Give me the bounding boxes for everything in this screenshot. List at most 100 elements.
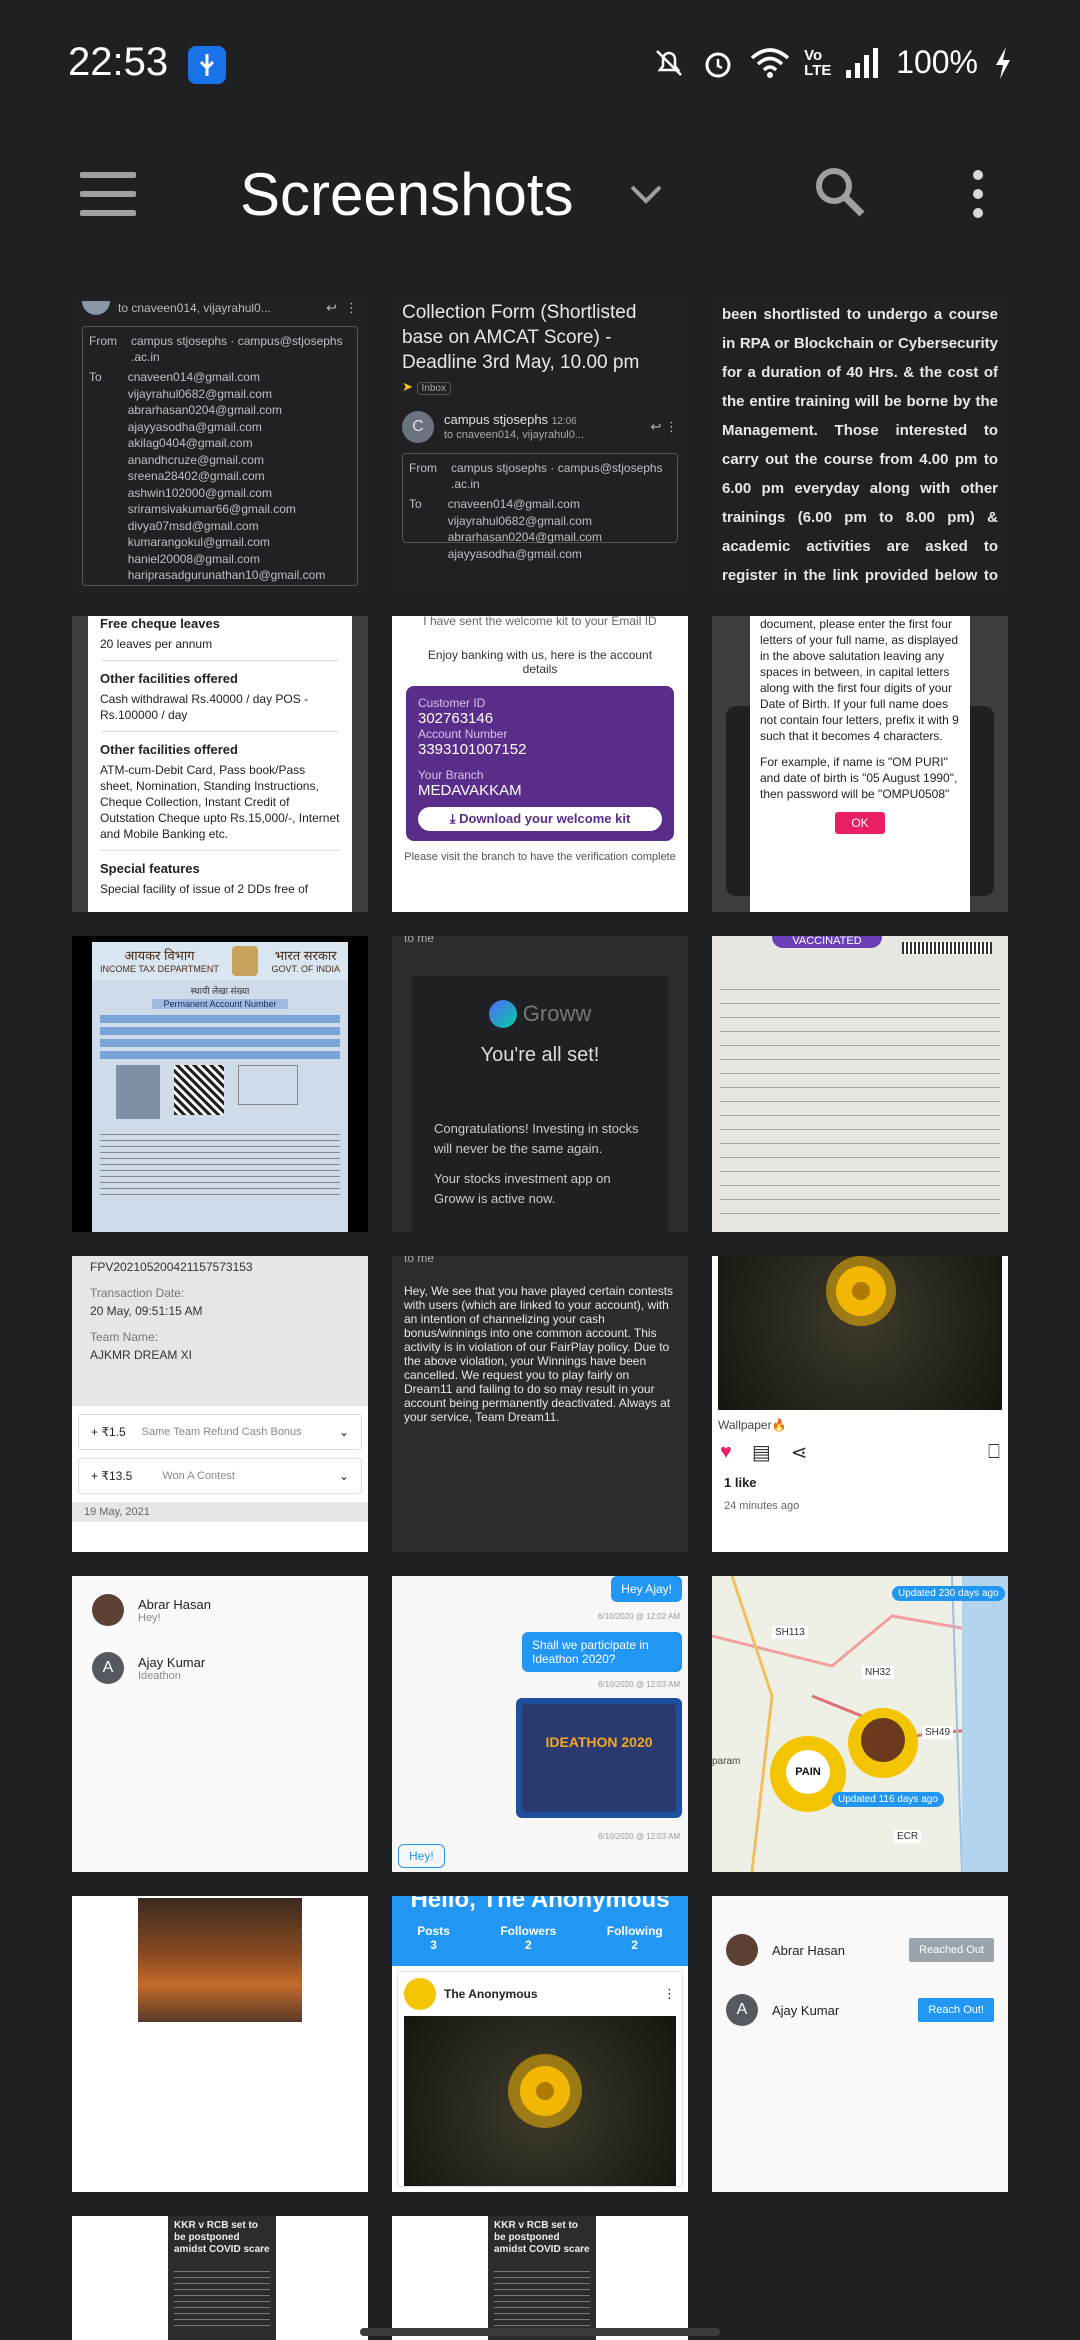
recipient: abrarhasan0204@gmail.com: [447, 530, 602, 544]
feature-text: ATM-cum-Debit Card, Pass book/Pass sheet…: [100, 762, 340, 851]
status-bar: 22:53 Vo LTE 100%: [0, 0, 1080, 130]
email-to-line: to cnaveen014, vijayrahul0...: [118, 301, 271, 315]
usb-icon: [188, 46, 226, 84]
place-label: param: [712, 1756, 741, 1767]
thumbnail-groww[interactable]: to me Groww You're all set! Congratulati…: [392, 936, 688, 1232]
amount: + ₹1.5: [91, 1425, 126, 1439]
recipient-list: cnaveen014@gmail.com vijayrahul0682@gmai…: [128, 369, 326, 584]
transaction-date-label: Transaction Date:: [90, 1286, 185, 1300]
signal-icon: [846, 47, 879, 78]
thumbnail-bank-welcome[interactable]: I have sent the welcome kit to your Emai…: [392, 616, 688, 912]
thumbnail-transaction[interactable]: FPV202105200421157573153 Transaction Dat…: [72, 1256, 368, 1552]
heart-icon: ♥: [720, 1441, 732, 1463]
stat-label: Followers: [500, 1924, 557, 1938]
chat-bubble: Hey Ajay!: [611, 1576, 682, 1602]
from-value-domain: .ac.in: [451, 477, 480, 491]
road-label: ECR: [894, 1830, 922, 1843]
avatar: C: [402, 411, 434, 443]
from-label: From: [89, 334, 117, 348]
transaction-row: + ₹13.5 Won A Contest ⌄: [78, 1458, 362, 1494]
message-time: 6/10/2020 @ 12:02 AM: [598, 1612, 680, 1621]
thumbnail-password-help[interactable]: document, please enter the first four le…: [712, 616, 1008, 912]
thumbnail-wallpaper-post[interactable]: Wallpaper🔥 ♥ ▤ ⋖ ⎕ 1 like 24 minutes ago: [712, 1256, 1008, 1552]
thumbnail-map[interactable]: Updated 230 days ago SH113 NH32 SH49 ECR…: [712, 1576, 1008, 1872]
thumbnail-profile[interactable]: Hello, The Anonymous Posts 3 Followers 2 F…: [392, 1896, 688, 2192]
bookmark-icon: ⎕: [988, 1441, 1000, 1463]
customer-id-label: Customer ID: [418, 696, 486, 710]
brand-name: Groww: [522, 1001, 592, 1026]
feature-text: Special facility of issue of 2 DDs free …: [100, 882, 309, 896]
from-label: From: [409, 461, 437, 475]
email-to-line: to me: [404, 936, 435, 945]
recipient-list: cnaveen014@gmail.com vijayrahul0682@gmai…: [448, 496, 602, 562]
thumbnail-course-notice[interactable]: been shortlisted to undergo a course in …: [712, 296, 1008, 592]
recipient: ajayyasodha@gmail.com: [127, 419, 262, 434]
page-title[interactable]: Screenshots: [240, 160, 574, 229]
thumbnail-autumn-photo[interactable]: [72, 1896, 368, 2192]
thumbnail-bank-features[interactable]: Free cheque leaves 20 leaves per annum O…: [72, 616, 368, 912]
status-time: 22:53: [68, 40, 169, 84]
status-icons: Vo LTE 100%: [652, 44, 1014, 81]
avatar-initial: A: [92, 1652, 124, 1684]
thumbnail-email-recipients[interactable]: to cnaveen014, vijayrahul0... ↩ ⋮ From c…: [72, 296, 368, 592]
menu-icon[interactable]: [80, 172, 136, 216]
gesture-bar[interactable]: [360, 2328, 720, 2336]
battery-level: 100%: [896, 44, 978, 80]
thumbnail-email-amcat[interactable]: Collection Form (Shortlisted base on AMC…: [392, 296, 688, 592]
battery-charging-icon: [996, 46, 1010, 79]
from-value: campus stjosephs · campus@stjosephs: [131, 334, 343, 348]
more-vert-icon[interactable]: [970, 170, 986, 222]
recipient: kumarangokul@gmail.com: [127, 535, 270, 549]
welcome-top-text: I have sent the welcome kit to your Emai…: [423, 616, 657, 628]
feature-heading: Other facilities offered: [100, 671, 238, 686]
more-vert-icon: ⋮: [663, 1986, 676, 2001]
marker-logo: PAIN: [786, 1750, 830, 1794]
account-card: Customer ID 302763146 Account Number 339…: [406, 686, 674, 841]
contact-name: Abrar Hasan: [138, 1596, 211, 1612]
thumbnail-dream11-email[interactable]: to me Hey, We see that you have played c…: [392, 1256, 688, 1552]
dept-english: INCOME TAX DEPARTMENT: [100, 964, 219, 974]
autumn-photo: [138, 1898, 302, 2022]
more-vert-icon: ⋮: [345, 300, 358, 315]
card-title-hindi: स्थायी लेखा संख्या: [190, 986, 250, 996]
updated-badge: Updated 230 days ago: [892, 1586, 1005, 1601]
road-label: SH49: [922, 1726, 954, 1739]
inbox-label: Inbox: [416, 382, 451, 395]
profile-greeting: Hello, The Anonymous: [410, 1896, 670, 1913]
chevron-down-icon[interactable]: [628, 176, 664, 212]
thumbnail-reach-out[interactable]: Abrar Hasan Reached Out A Ajay Kumar Rea…: [712, 1896, 1008, 2192]
thumbnail-news-article[interactable]: KKR v RCB set to be postponed amidst COV…: [392, 2216, 688, 2340]
thumbnail-chat-list[interactable]: Abrar Hasan Hey! A Ajay Kumar Ideathon: [72, 1576, 368, 1872]
user-marker: [848, 1708, 918, 1778]
search-icon[interactable]: [810, 162, 870, 222]
branch-name: MEDAVAKKAM: [418, 782, 522, 799]
news-headline: KKR v RCB set to be postponed amidst COV…: [494, 2220, 590, 2255]
reply-icon: ↩ ⋮: [650, 419, 678, 434]
avatar: [726, 1934, 758, 1966]
feature-heading: Other facilities offered: [100, 742, 238, 757]
recipient: vijayrahul0682@gmail.com: [447, 513, 592, 528]
team-name: AJKMR DREAM XI: [90, 1348, 193, 1362]
thumbnail-news-article[interactable]: KKR v RCB set to be postponed amidst COV…: [72, 2216, 368, 2340]
signature-box: [238, 1065, 298, 1105]
thumbnail-pan-card[interactable]: आयकर विभाग INCOME TAX DEPARTMENT भारत सरक…: [72, 936, 368, 1232]
recipient: divya07msd@gmail.com: [127, 518, 259, 533]
thumbnail-chat-conversation[interactable]: Hey Ajay! 6/10/2020 @ 12:02 AM Shall we …: [392, 1576, 688, 1872]
transaction-label: Same Team Refund Cash Bonus: [141, 1426, 302, 1438]
recipient: akilag0404@gmail.com: [127, 436, 253, 450]
stat-value: 2: [631, 1938, 639, 1952]
barcode: [902, 942, 992, 954]
comment-icon: ▤: [751, 1442, 771, 1464]
thumbnail-vaccination-certificate[interactable]: VACCINATED: [712, 936, 1008, 1232]
dream11-message: Hey, We see that you have played certain…: [404, 1284, 674, 1424]
notice-text: been shortlisted to undergo a course in …: [722, 306, 998, 584]
avatar: [92, 1594, 124, 1626]
email-to-line: to me: [404, 1256, 435, 1265]
app-bar: Screenshots: [0, 130, 1080, 260]
transaction-label: Won A Contest: [162, 1470, 235, 1482]
stat-label: Following: [606, 1924, 663, 1938]
team-name-label: Team Name:: [90, 1330, 159, 1344]
email-to-line: to cnaveen014, vijayrahul0...: [444, 428, 585, 441]
account-number: 3393101007152: [418, 741, 527, 758]
recipient: sriramsivakumar66@gmail.com: [127, 502, 296, 516]
